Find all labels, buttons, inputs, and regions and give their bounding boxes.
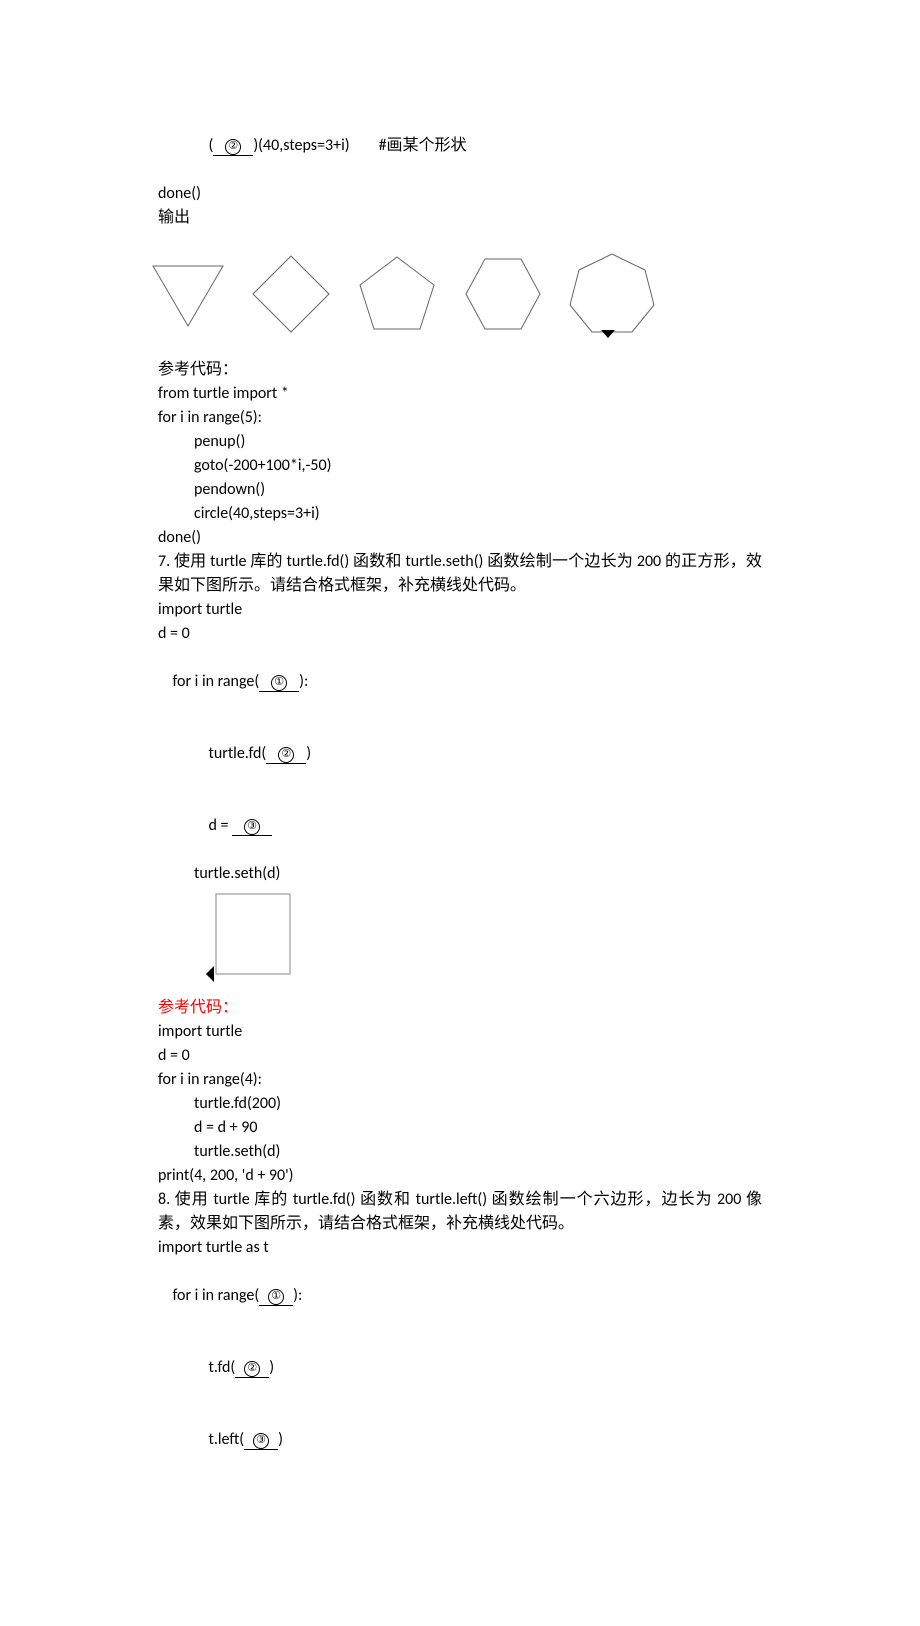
code-line: turtle.fd(200)	[158, 1092, 762, 1116]
code-line: turtle.seth(d)	[158, 1140, 762, 1164]
circled-2: ②	[278, 747, 294, 763]
blank-1: ①	[259, 1288, 293, 1306]
ref-heading: 参考代码：	[158, 358, 762, 382]
code-line: import turtle	[158, 1020, 762, 1044]
code-line: d = ③	[158, 790, 762, 862]
text: turtle.fd(	[208, 744, 266, 763]
text: )(40,steps=3+i) #画某个形状	[253, 136, 466, 155]
text: t.fd(	[208, 1358, 235, 1377]
q6-output-label: 输出	[158, 206, 762, 230]
turtle-cursor-icon	[206, 966, 214, 982]
page: (②)(40,steps=3+i) #画某个形状 done() 输出 参考代码：…	[0, 0, 920, 1626]
code-line: print(4, 200, 'd + 90')	[158, 1164, 762, 1188]
q6-code-line: (②)(40,steps=3+i) #画某个形状	[158, 110, 762, 182]
code-line: turtle.fd( ②)	[158, 718, 762, 790]
q6-done: done()	[158, 182, 762, 206]
code-line: for i in range( ①):	[158, 1260, 762, 1332]
code-line: circle(40,steps=3+i)	[158, 502, 762, 526]
q6-output-shapes	[148, 240, 762, 348]
code-line: from turtle import *	[158, 382, 762, 406]
text: ):	[299, 672, 308, 691]
blank-3: ③	[244, 1432, 278, 1450]
blank-2: ②	[213, 138, 253, 156]
text: t.left(	[208, 1430, 244, 1449]
text: )	[278, 1430, 283, 1449]
text: d =	[208, 816, 232, 835]
code-line: goto(-200+100*i,-50)	[158, 454, 762, 478]
text: )	[269, 1358, 274, 1377]
code-line: import turtle as t	[158, 1236, 762, 1260]
q8-prompt: 8. 使用 turtle 库的 turtle.fd() 函数和 turtle.l…	[158, 1188, 762, 1236]
circled-2: ②	[225, 139, 241, 155]
text: for i in range(	[172, 1286, 259, 1305]
circled-2: ②	[244, 1361, 260, 1377]
hexagon-shape	[460, 251, 546, 337]
triangle-shape	[148, 254, 228, 334]
circled-1: ①	[271, 675, 287, 691]
code-line: for i in range( ①):	[158, 646, 762, 718]
square-shape	[204, 890, 294, 986]
code-line: import turtle	[158, 598, 762, 622]
code-line: d = 0	[158, 622, 762, 646]
code-line: done()	[158, 526, 762, 550]
code-line: for i in range(4):	[158, 1068, 762, 1092]
code-line: t.fd( ②)	[158, 1332, 762, 1404]
circled-3: ③	[244, 819, 260, 835]
blank-2: ②	[266, 746, 306, 764]
q7-figure	[204, 890, 762, 994]
text: ):	[293, 1286, 302, 1305]
code-line: t.left( ③)	[158, 1404, 762, 1476]
blank-3: ③	[232, 818, 272, 836]
blank-2: ②	[235, 1360, 269, 1378]
code-line: penup()	[158, 430, 762, 454]
text: for i in range(	[172, 672, 259, 691]
code-line: pendown()	[158, 478, 762, 502]
code-line: turtle.seth(d)	[158, 862, 762, 886]
code-line: d = d + 90	[158, 1116, 762, 1140]
ref-heading: 参考代码：	[158, 996, 762, 1020]
code-line: for i in range(5):	[158, 406, 762, 430]
circled-3: ③	[253, 1433, 269, 1449]
code-line: d = 0	[158, 1044, 762, 1068]
turtle-cursor-icon	[601, 330, 615, 338]
q7-prompt: 7. 使用 turtle 库的 turtle.fd() 函数和 turtle.s…	[158, 550, 762, 598]
pentagon-shape	[354, 251, 440, 337]
text: )	[306, 744, 311, 763]
diamond-shape	[248, 251, 334, 337]
circled-1: ①	[268, 1289, 284, 1305]
blank-1: ①	[259, 674, 299, 692]
heptagon-shape	[566, 248, 658, 340]
